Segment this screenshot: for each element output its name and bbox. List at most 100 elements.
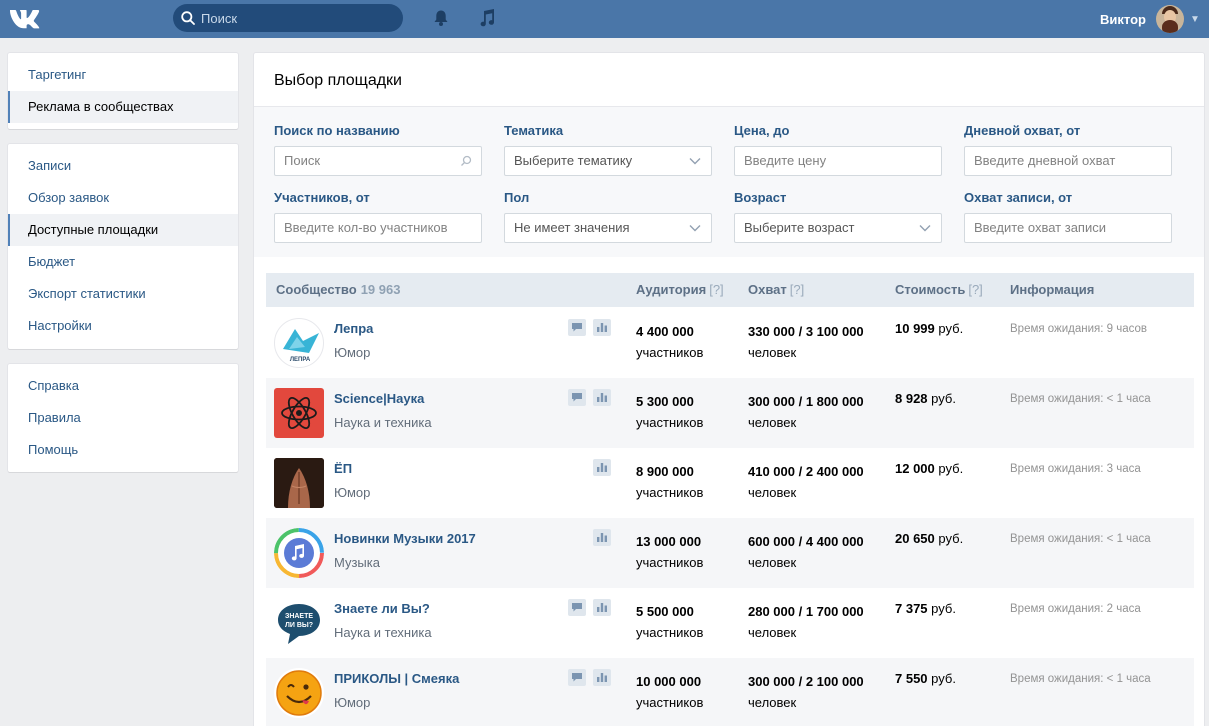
table-row[interactable]: ЁП Юмор 8 900 000 участников 410 000 / 2 … <box>266 448 1194 518</box>
community-avatar[interactable]: ЗНАЕТЕ ЛИ ВЫ? <box>274 598 324 648</box>
filter-gender-value: Не имеет значения <box>514 220 630 235</box>
community-category: Юмор <box>334 695 371 710</box>
community-name[interactable]: Новинки Музыки 2017 <box>334 531 476 546</box>
community-avatar[interactable] <box>274 388 324 438</box>
table-row[interactable]: ЗНАЕТЕ ЛИ ВЫ? Знаете ли Вы? Наука и техн… <box>266 588 1194 658</box>
filter-daily-reach-input[interactable]: Введите дневной охват <box>964 146 1172 176</box>
reach-help[interactable]: [?] <box>790 282 804 297</box>
filter-members-placeholder: Введите кол-во участников <box>284 220 448 235</box>
sidebar-item-community-ads[interactable]: Реклама в сообществах <box>8 91 238 123</box>
reach-value: 410 000 / 2 400 000 человек <box>748 464 864 500</box>
filter-members-label: Участников, от <box>274 190 370 205</box>
col-audience[interactable]: Аудитория [?] <box>636 273 724 307</box>
table-row[interactable]: Science|Наука Наука и техника 5 300 000 у… <box>266 378 1194 448</box>
cost-help[interactable]: [?] <box>968 282 982 297</box>
sidebar-block-sections: Записи Обзор заявок Доступные площадки Б… <box>8 144 238 349</box>
filters-panel: Поиск по названию Поиск Тематика Выберит… <box>254 107 1204 257</box>
community-name[interactable]: ПРИКОЛЫ | Смеяка <box>334 671 459 686</box>
col-cost[interactable]: Стоимость [?] <box>895 273 983 307</box>
col-reach-label: Охват <box>748 282 787 297</box>
table-row[interactable]: Новинки Музыки 2017 Музыка 13 000 000 уча… <box>266 518 1194 588</box>
filter-age-select[interactable]: Выберите возраст <box>734 213 942 243</box>
stats-icon[interactable] <box>593 319 611 336</box>
community-category: Наука и техника <box>334 625 432 640</box>
comment-icon[interactable] <box>568 389 586 406</box>
col-cost-label: Стоимость <box>895 282 966 297</box>
filter-age-value: Выберите возраст <box>744 220 855 235</box>
sidebar-item-available-platforms[interactable]: Доступные площадки <box>8 214 238 246</box>
filter-members-input[interactable]: Введите кол-во участников <box>274 213 482 243</box>
table-row[interactable]: ЛЕПРА Лепра Юмор 4 400 000 участников 330… <box>266 308 1194 378</box>
vk-logo[interactable] <box>9 7 43 29</box>
audience-help[interactable]: [?] <box>709 282 723 297</box>
stats-icon[interactable] <box>593 529 611 546</box>
chevron-down-icon <box>689 225 701 232</box>
sidebar-item-budget[interactable]: Бюджет <box>8 246 238 278</box>
table-row[interactable]: ПРИКОЛЫ | Смеяка Юмор 10 000 000 участник… <box>266 658 1194 726</box>
sidebar-block-ads: Таргетинг Реклама в сообществах <box>8 53 238 129</box>
stats-icon[interactable] <box>593 599 611 616</box>
sidebar-item-posts[interactable]: Записи <box>8 150 238 182</box>
community-name[interactable]: ЁП <box>334 461 352 476</box>
filter-post-reach: Охват записи, от Введите охват записи <box>964 190 1172 243</box>
reach-value: 300 000 / 1 800 000 человек <box>748 394 864 430</box>
audience-value: 5 300 000 участников <box>636 394 704 430</box>
filter-gender-select[interactable]: Не имеет значения <box>504 213 712 243</box>
main-panel: Выбор площадки Поиск по названию Поиск Т… <box>254 53 1204 726</box>
sidebar-item-help[interactable]: Помощь <box>8 434 238 466</box>
stats-icon[interactable] <box>593 459 611 476</box>
header-search-input[interactable] <box>201 4 396 32</box>
page-title: Выбор площадки <box>254 53 1204 107</box>
sidebar-item-requests[interactable]: Обзор заявок <box>8 182 238 214</box>
audience-value: 4 400 000 участников <box>636 324 704 360</box>
comment-icon[interactable] <box>568 319 586 336</box>
community-avatar[interactable]: ЛЕПРА <box>274 318 324 368</box>
cost-value: 20 650 руб. <box>895 531 964 546</box>
filter-post-reach-placeholder: Введите охват записи <box>974 220 1106 235</box>
comment-icon[interactable] <box>568 599 586 616</box>
community-category: Наука и техника <box>334 415 432 430</box>
user-menu[interactable]: Виктор ▼ <box>1100 0 1200 38</box>
filter-price-input[interactable]: Введите цену <box>734 146 942 176</box>
reach-value: 330 000 / 3 100 000 человек <box>748 324 864 360</box>
znaete-logo-line1: ЗНАЕТЕ <box>285 613 313 620</box>
community-name[interactable]: Знаете ли Вы? <box>334 601 430 616</box>
filter-topic-value: Выберите тематику <box>514 153 633 168</box>
header-search[interactable] <box>173 4 403 32</box>
sidebar-item-targeting[interactable]: Таргетинг <box>8 59 238 91</box>
cost-value: 12 000 руб. <box>895 461 964 476</box>
filter-price-label: Цена, до <box>734 123 790 138</box>
info-value: Время ожидания: < 1 часа <box>1010 393 1151 405</box>
filter-post-reach-input[interactable]: Введите охват записи <box>964 213 1172 243</box>
filter-topic-label: Тематика <box>504 123 564 138</box>
filter-members: Участников, от Введите кол-во участников <box>274 190 482 243</box>
community-name[interactable]: Science|Наука <box>334 391 424 406</box>
filter-age: Возраст Выберите возраст <box>734 190 942 243</box>
col-reach[interactable]: Охват [?] <box>748 273 804 307</box>
cost-value: 8 928 руб. <box>895 391 956 406</box>
filter-name-input[interactable]: Поиск <box>274 146 482 176</box>
music-icon[interactable] <box>478 8 496 31</box>
reach-value: 600 000 / 4 400 000 человек <box>748 534 864 570</box>
sidebar-item-export-stats[interactable]: Экспорт статистики <box>8 278 238 310</box>
community-name[interactable]: Лепра <box>334 321 373 336</box>
comment-icon[interactable] <box>568 669 586 686</box>
sidebar-item-settings[interactable]: Настройки <box>8 310 238 342</box>
reach-value: 280 000 / 1 700 000 человек <box>748 604 864 640</box>
table-header: Сообщество 19 963 Аудитория [?] Охват [?] С… <box>266 273 1194 307</box>
search-icon <box>181 11 195 25</box>
lepra-logo-text: ЛЕПРА <box>290 357 311 363</box>
audience-value: 10 000 000 участников <box>636 674 704 710</box>
col-community[interactable]: Сообщество 19 963 <box>276 273 400 307</box>
stats-icon[interactable] <box>593 389 611 406</box>
community-avatar[interactable] <box>274 458 324 508</box>
community-avatar[interactable] <box>274 528 324 578</box>
cost-value: 10 999 руб. <box>895 321 964 336</box>
bell-icon[interactable] <box>432 9 450 30</box>
sidebar-item-reference[interactable]: Справка <box>8 370 238 402</box>
community-avatar[interactable] <box>274 668 324 718</box>
sidebar-item-rules[interactable]: Правила <box>8 402 238 434</box>
stats-icon[interactable] <box>593 669 611 686</box>
filter-topic-select[interactable]: Выберите тематику <box>504 146 712 176</box>
filter-topic: Тематика Выберите тематику <box>504 123 712 176</box>
